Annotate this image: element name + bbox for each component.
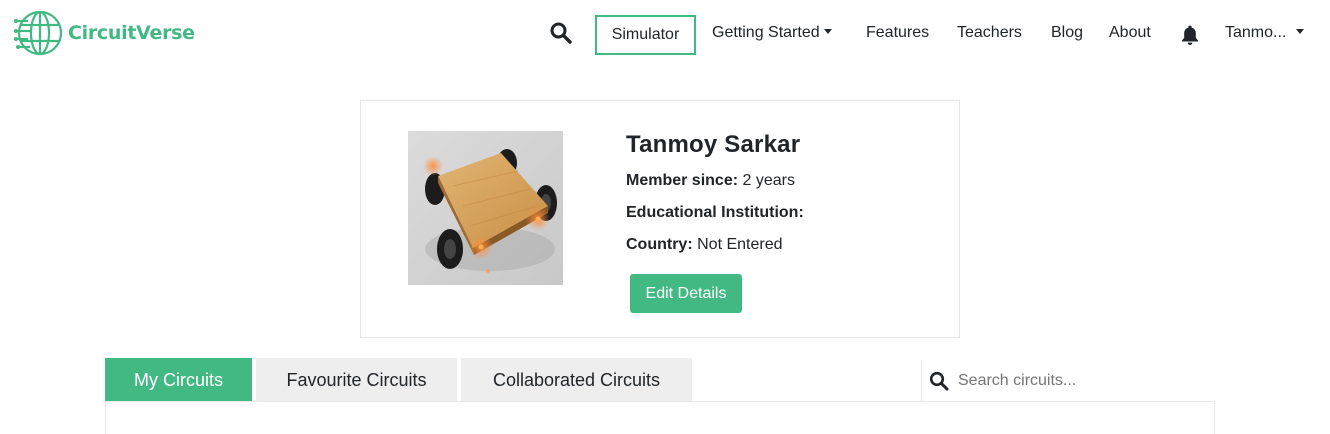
search-circuits-input[interactable] [958,372,1198,390]
search-icon[interactable] [550,22,572,44]
profile-name: Tanmoy Sarkar [626,131,801,158]
nav-getting-started-label: Getting Started [712,24,820,41]
tab-collaborated-circuits[interactable]: Collaborated Circuits [461,358,692,402]
country-value: Not Entered [697,236,783,253]
nav-getting-started[interactable]: Getting Started [712,24,832,42]
member-since-label: Member since: [626,172,739,189]
nav-features[interactable]: Features [866,24,929,42]
member-since-value: 2 years [742,172,795,189]
circuits-panel [105,401,1215,434]
institution-row: Educational Institution: [626,203,804,223]
profile-avatar [408,131,563,285]
country-label: Country: [626,236,693,253]
circuit-search-box [921,360,1215,402]
caret-down-icon [1296,28,1305,34]
nav-about[interactable]: About [1109,24,1151,42]
caret-down-icon [823,28,832,34]
search-icon [929,371,949,391]
tab-favourite-circuits[interactable]: Favourite Circuits [256,358,457,402]
profile-info: Tanmoy Sarkar Member since: 2 years Educ… [626,131,804,255]
navbar: CircuitVerse Simulator Getting Started F… [0,0,1330,70]
institution-label: Educational Institution: [626,204,804,221]
simulator-label: Simulator [611,26,680,43]
country-row: Country: Not Entered [626,235,804,255]
user-menu[interactable]: Tanmo... [1225,24,1305,42]
brand-logo-link[interactable]: CircuitVerse [14,9,195,57]
nav-teachers[interactable]: Teachers [957,24,1022,42]
profile-card: Tanmoy Sarkar Member since: 2 years Educ… [360,100,960,338]
simulator-button[interactable]: Simulator [595,15,696,55]
circuitverse-logo-icon [14,10,62,56]
edit-details-button[interactable]: Edit Details [630,274,742,313]
bell-icon[interactable] [1180,24,1200,46]
user-menu-label: Tanmo... [1225,24,1287,41]
nav-blog[interactable]: Blog [1051,24,1083,42]
tab-my-circuits[interactable]: My Circuits [105,358,252,402]
brand-name: CircuitVerse [68,22,195,44]
member-since-row: Member since: 2 years [626,171,804,191]
